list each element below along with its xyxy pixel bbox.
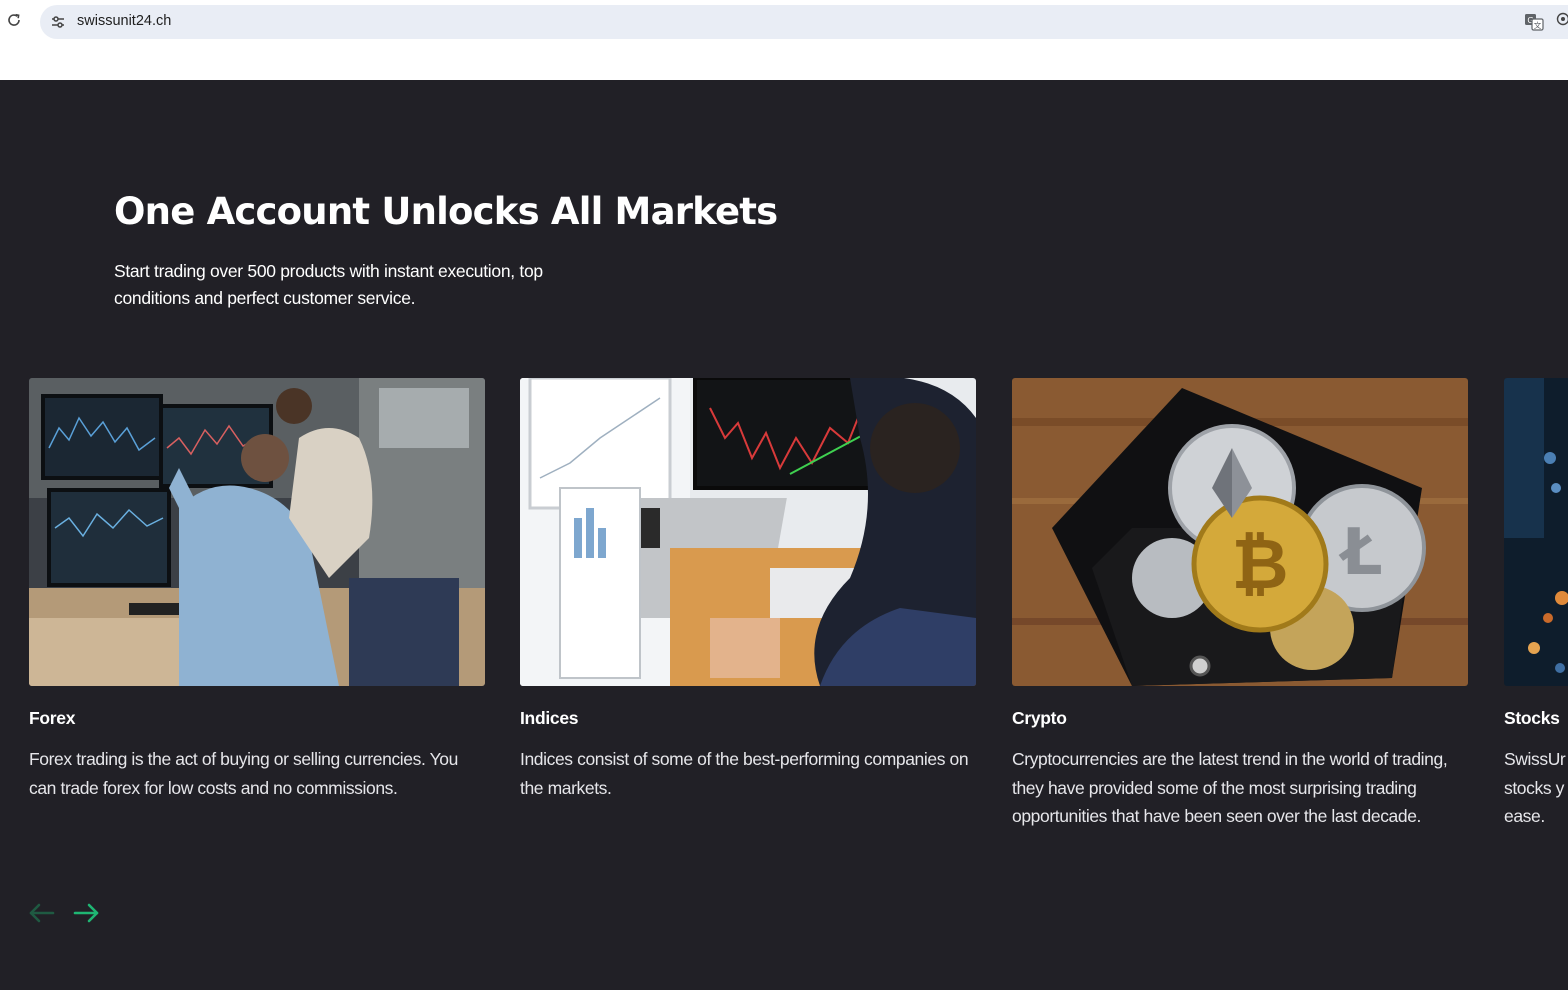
card-description: SwissUr stocks y ease. bbox=[1504, 749, 1566, 826]
card-description: Forex trading is the act of buying or se… bbox=[29, 749, 458, 798]
card-title[interactable]: Stocks bbox=[1504, 708, 1568, 729]
extension-icon[interactable] bbox=[1556, 12, 1568, 26]
card-title[interactable]: Indices bbox=[520, 708, 976, 729]
card-description: Indices consist of some of the best-perf… bbox=[520, 749, 969, 798]
card-description: Cryptocurrencies are the latest trend in… bbox=[1012, 749, 1448, 826]
section-subtitle: Start trading over 500 products with ins… bbox=[114, 261, 543, 308]
address-bar[interactable]: swissunit24.ch bbox=[40, 5, 1568, 39]
section-title: One Account Unlocks All Markets bbox=[114, 190, 778, 233]
market-card-forex[interactable]: Forex Forex trading is the act of buying… bbox=[29, 378, 485, 802]
page-header-strip bbox=[0, 44, 1568, 80]
card-title[interactable]: Forex bbox=[29, 708, 485, 729]
translate-icon[interactable]: G 文 bbox=[1524, 12, 1544, 32]
market-card-indices[interactable]: Indices Indices consist of some of the b… bbox=[520, 378, 976, 802]
market-card-stocks[interactable]: Stocks SwissUr stocks y ease. bbox=[1504, 378, 1568, 831]
market-card-crypto[interactable]: ₿ Ł Crypto Cryptocurrencies are the late… bbox=[1012, 378, 1468, 831]
site-info-icon[interactable] bbox=[50, 14, 66, 30]
arrow-right-icon[interactable] bbox=[72, 902, 100, 924]
svg-text:文: 文 bbox=[1534, 20, 1542, 30]
laptop-charts-photo bbox=[520, 378, 976, 686]
url-text[interactable]: swissunit24.ch bbox=[77, 13, 171, 29]
card-title[interactable]: Crypto bbox=[1012, 708, 1468, 729]
reload-icon[interactable] bbox=[6, 12, 22, 28]
arrow-left-icon[interactable] bbox=[28, 902, 56, 924]
traders-at-monitors-photo bbox=[29, 378, 485, 686]
city-lights-photo bbox=[1504, 378, 1568, 686]
svg-text:Ł: Ł bbox=[1338, 516, 1382, 590]
svg-text:₿: ₿ bbox=[1231, 523, 1288, 605]
browser-toolbar: swissunit24.ch G 文 bbox=[0, 0, 1568, 44]
crypto-coins-wallet-photo: ₿ Ł bbox=[1012, 378, 1468, 686]
markets-section: One Account Unlocks All Markets Start tr… bbox=[0, 80, 1568, 990]
